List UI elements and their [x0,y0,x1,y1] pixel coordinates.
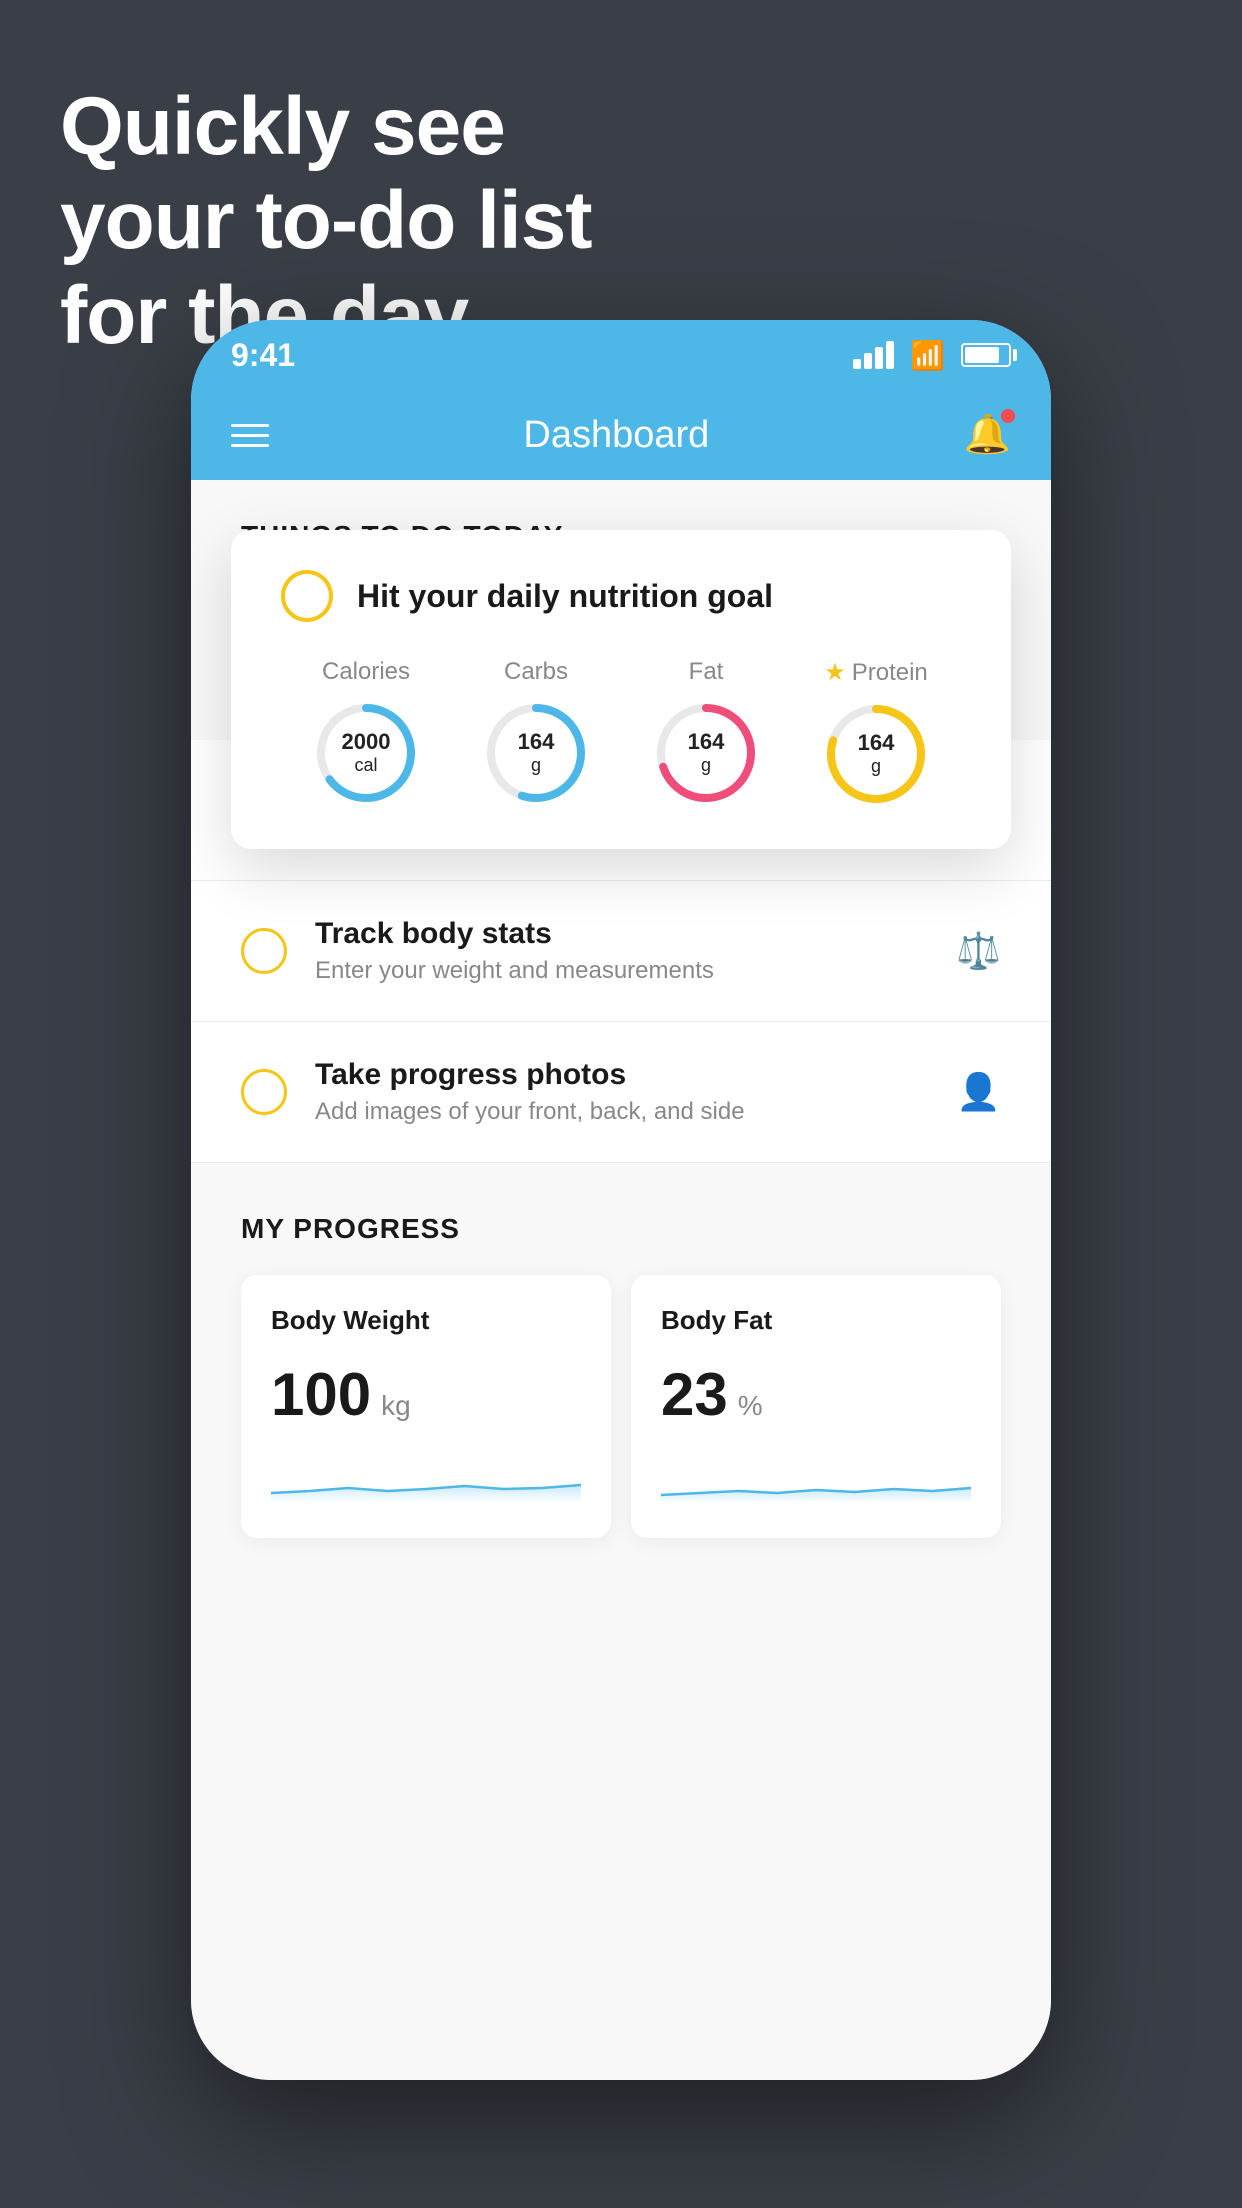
nutrition-protein: ★ Protein 164 g [821,658,931,809]
body-fat-sparkline [661,1453,971,1503]
nutrition-fat: Fat 164 g [651,658,761,808]
wifi-icon: 📶 [910,339,945,372]
body-stats-title: Track body stats [315,917,928,951]
hero-line-1: Quickly see [60,80,592,174]
photos-icon: 👤 [956,1071,1001,1113]
progress-section: MY PROGRESS Body Weight 100 kg [191,1163,1051,1568]
nutrition-card: Hit your daily nutrition goal Calories 2… [231,530,1011,849]
body-fat-card: Body Fat 23 % [631,1275,1001,1538]
progress-section-title: MY PROGRESS [241,1213,1001,1245]
nutrition-calories: Calories 2000 cal [311,658,421,808]
carbs-value: 164 g [518,729,555,777]
body-stats-subtitle: Enter your weight and measurements [315,957,928,985]
status-bar: 9:41 📶 [191,320,1051,390]
body-weight-number: 100 [271,1360,371,1429]
carbs-label: Carbs [504,658,568,686]
top-nav: Dashboard 🔔 [191,390,1051,480]
photos-title: Take progress photos [315,1058,928,1092]
nutrition-row: Calories 2000 cal Carbs [281,658,961,809]
notifications-button[interactable]: 🔔 [964,413,1011,457]
calories-label: Calories [322,658,410,686]
body-fat-unit: % [738,1390,763,1422]
protein-label: ★ Protein [824,658,928,687]
photos-text: Take progress photos Add images of your … [315,1058,928,1126]
photos-subtitle: Add images of your front, back, and side [315,1098,928,1126]
calories-ring: 2000 cal [311,698,421,808]
body-weight-value: 100 kg [271,1360,581,1429]
nutrition-check-circle[interactable] [281,570,333,622]
body-fat-number: 23 [661,1360,728,1429]
nutrition-card-title: Hit your daily nutrition goal [357,578,773,615]
carbs-ring: 164 g [481,698,591,808]
body-stats-check-circle [241,928,287,974]
body-weight-card: Body Weight 100 kg [241,1275,611,1538]
body-fat-value: 23 % [661,1360,971,1429]
body-stats-text: Track body stats Enter your weight and m… [315,917,928,985]
todo-item-body-stats[interactable]: Track body stats Enter your weight and m… [191,881,1051,1022]
menu-button[interactable] [231,424,269,447]
notification-badge [1001,409,1015,423]
fat-label: Fat [689,658,724,686]
protein-value: 164 g [858,730,895,778]
hero-line-2: your to-do list [60,174,592,268]
nav-title: Dashboard [523,414,709,457]
phone-mockup: 9:41 📶 Dashboard 🔔 THINGS TO DO TOD [191,320,1051,2080]
nutrition-carbs: Carbs 164 g [481,658,591,808]
progress-cards: Body Weight 100 kg [241,1275,1001,1538]
signal-icon [853,341,894,369]
body-weight-title: Body Weight [271,1305,581,1336]
todo-item-photos[interactable]: Take progress photos Add images of your … [191,1022,1051,1163]
body-weight-sparkline [271,1453,581,1503]
nutrition-card-header: Hit your daily nutrition goal [281,570,961,622]
body-fat-title: Body Fat [661,1305,971,1336]
body-weight-unit: kg [381,1390,411,1422]
status-time: 9:41 [231,337,295,374]
content-area: THINGS TO DO TODAY Hit your daily nutrit… [191,480,1051,2080]
status-icons: 📶 [853,339,1011,372]
fat-ring: 164 g [651,698,761,808]
protein-ring: 164 g [821,699,931,809]
photos-check-circle [241,1069,287,1115]
battery-icon [961,343,1011,367]
todo-list: Running Track your stats (target: 5km) 👟… [191,740,1051,1568]
body-stats-icon: ⚖️ [956,930,1001,972]
calories-value: 2000 cal [342,729,391,777]
fat-value: 164 g [688,729,725,777]
star-icon: ★ [824,658,846,687]
